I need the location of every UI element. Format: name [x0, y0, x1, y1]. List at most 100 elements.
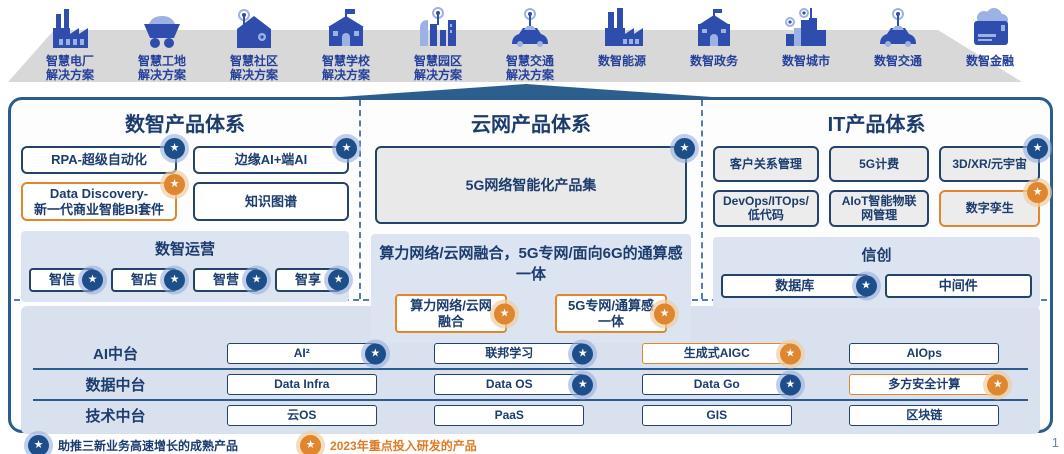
solution-item[interactable]: 数智能源: [576, 4, 668, 83]
orange-star-icon: ★: [1027, 182, 1048, 203]
product-box-zhixiang[interactable]: 智享 ★: [275, 268, 341, 292]
row-label: 技术中台: [33, 405, 198, 426]
product-label: GIS: [706, 408, 727, 422]
blue-star-icon: ★: [82, 270, 103, 291]
product-box-paas[interactable]: PaaS: [434, 405, 584, 426]
solution-item[interactable]: 智慧社区 解决方案: [208, 4, 300, 83]
product-box-zhidian[interactable]: 智店 ★: [111, 268, 177, 292]
blue-star-icon: ★: [856, 275, 877, 296]
product-label: Data OS: [486, 377, 533, 391]
school-icon: [322, 4, 370, 52]
product-label: DevOps/ITOps/ 低代码: [723, 194, 809, 223]
product-label: 智享: [295, 272, 321, 288]
smart-car-icon: [874, 4, 922, 52]
government-icon: [690, 4, 738, 52]
product-label: 多方安全计算: [888, 377, 960, 391]
product-box-edge-ai[interactable]: 边缘AI+端AI ★: [193, 146, 349, 174]
product-box-blockchain[interactable]: 区块链: [849, 405, 999, 426]
product-box-zhiying[interactable]: 智营 ★: [193, 268, 259, 292]
solution-item[interactable]: 智慧学校 解决方案: [300, 4, 392, 83]
product-label: AIoT智能物联网管理: [839, 194, 920, 223]
section-title: 云网产品体系: [371, 108, 691, 137]
product-box-mpc[interactable]: 多方安全计算 ★: [849, 374, 999, 395]
product-box-cloud-os[interactable]: 云OS: [227, 405, 377, 426]
product-box-gis[interactable]: GIS: [642, 405, 792, 426]
solution-item[interactable]: 数智交通: [852, 4, 944, 83]
product-box-5g-network-intelligence[interactable]: 5G网络智能化产品集 ★: [375, 146, 687, 224]
middle-row-data: 数据中台 Data Infra Data OS ★ Data Go ★ 多方安全…: [33, 368, 1028, 399]
product-box-database[interactable]: 数据库 ★: [721, 274, 869, 298]
legend-label: 2023年重点投入研发的产品: [330, 437, 477, 454]
product-box-aiot[interactable]: AIoT智能物联网管理: [829, 190, 930, 227]
product-label: 5G计费: [859, 157, 899, 171]
solution-label: 智慧交通 解决方案: [506, 54, 554, 83]
product-label: Data Discovery- 新一代商业智能BI套件: [34, 186, 164, 217]
blue-star-icon: ★: [164, 270, 185, 291]
product-label: 智营: [213, 272, 239, 288]
product-box-computing-network-fusion[interactable]: 算力网络/云网融合 ★: [395, 294, 507, 333]
orange-star-icon: ★: [780, 343, 801, 364]
solution-item[interactable]: 数智城市: [760, 4, 852, 83]
product-box-data-os[interactable]: Data OS ★: [434, 374, 584, 395]
product-box-rpa[interactable]: RPA-超级自动化 ★: [21, 146, 177, 174]
middle-row-tech: 技术中台 云OS PaaS GIS 区块链: [33, 399, 1028, 430]
legend: ★ 助推三新业务高速增长的成熟产品 ★ 2023年重点投入研发的产品: [28, 435, 477, 454]
blue-star-icon: ★: [164, 138, 185, 159]
solution-label: 智慧学校 解决方案: [322, 54, 370, 83]
subsection-heading: 算力网络/云网融合，5G专网/面向6G的通算感一体: [379, 242, 683, 284]
product-label: 3D/XR/元宇宙: [952, 157, 1027, 171]
product-box-aiops[interactable]: AIOps: [849, 343, 999, 364]
product-label: 客户关系管理: [730, 157, 802, 171]
product-box-digital-twin[interactable]: 数字孪生 ★: [939, 190, 1040, 227]
solution-item[interactable]: 智慧园区 解决方案: [392, 4, 484, 83]
solution-item[interactable]: 数智政务: [668, 4, 760, 83]
product-box-middleware[interactable]: 中间件: [885, 274, 1033, 298]
product-box-generative-aigc[interactable]: 生成式AIGC ★: [642, 343, 792, 364]
product-box-federated-learning[interactable]: 联邦学习 ★: [434, 343, 584, 364]
subsection-computing-network: 算力网络/云网融合，5G专网/面向6G的通算感一体 算力网络/云网融合 ★ 5G…: [371, 234, 691, 343]
product-box-5g-billing[interactable]: 5G计费: [829, 146, 930, 182]
page-number: 1: [1052, 435, 1059, 450]
solution-item[interactable]: 智慧工地 解决方案: [116, 4, 208, 83]
solutions-row: 智慧电厂 解决方案 智慧工地 解决方案 智慧社区 解决方案: [24, 4, 1036, 83]
orange-star-icon: ★: [654, 303, 675, 324]
blue-star-icon: ★: [572, 374, 593, 395]
orange-star-icon: ★: [987, 374, 1008, 395]
power-plant-icon: [47, 4, 93, 52]
product-box-zhixin[interactable]: 智信 ★: [29, 268, 95, 292]
product-box-devops-itops[interactable]: DevOps/ITOps/ 低代码: [713, 190, 819, 227]
solution-label: 智慧园区 解决方案: [414, 54, 462, 83]
solution-label: 智慧社区 解决方案: [230, 54, 278, 83]
product-label: 智店: [131, 272, 157, 288]
product-box-5g-private-network[interactable]: 5G专网/通算感一体 ★: [555, 294, 667, 333]
product-label: Data Infra: [274, 377, 329, 391]
subsection-title: 信创: [721, 244, 1032, 265]
solution-label: 数智城市: [782, 54, 830, 68]
solution-item[interactable]: 智慧电厂 解决方案: [24, 4, 116, 83]
orange-star-icon: ★: [494, 303, 515, 324]
product-label: Data Go: [694, 377, 740, 391]
solution-label: 数智金融: [966, 54, 1014, 68]
product-box-data-go[interactable]: Data Go ★: [642, 374, 792, 395]
product-label: 智信: [49, 272, 75, 288]
campus-icon: [414, 4, 462, 52]
legend-label: 助推三新业务高速增长的成熟产品: [58, 437, 238, 454]
solution-item[interactable]: 数智金融: [944, 4, 1036, 83]
product-box-data-discovery[interactable]: Data Discovery- 新一代商业智能BI套件 ★: [21, 182, 177, 221]
blue-star-icon: ★: [572, 343, 593, 364]
product-label: PaaS: [495, 408, 524, 422]
legend-item-mature-products: ★ 助推三新业务高速增长的成熟产品: [28, 435, 238, 454]
product-box-crm[interactable]: 客户关系管理: [713, 146, 819, 182]
solution-label: 数智交通: [874, 54, 922, 68]
product-box-knowledge-graph[interactable]: 知识图谱: [193, 182, 349, 221]
product-label: 5G专网/通算感一体: [565, 298, 657, 329]
blue-star-icon: ★: [674, 138, 695, 159]
blue-star-icon: ★: [1027, 138, 1048, 159]
product-label: 中间件: [939, 278, 978, 294]
product-box-data-infra[interactable]: Data Infra: [227, 374, 377, 395]
product-box-ai2[interactable]: AI² ★: [227, 343, 377, 364]
orange-star-icon: ★: [164, 174, 185, 195]
section-title: 数智产品体系: [21, 108, 349, 137]
product-box-3d-xr-metaverse[interactable]: 3D/XR/元宇宙 ★: [939, 146, 1040, 182]
solution-item[interactable]: 智慧交通 解决方案: [484, 4, 576, 83]
